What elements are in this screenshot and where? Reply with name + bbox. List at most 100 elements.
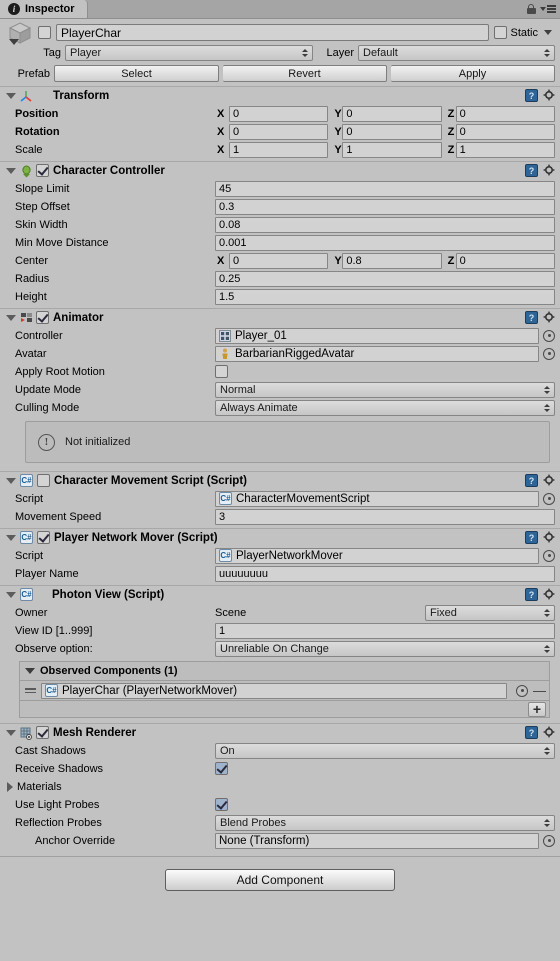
anchor-override-object-field[interactable]: None (Transform) xyxy=(215,832,539,849)
rotation-y-input[interactable]: 0 xyxy=(342,123,442,140)
add-observed-component-button[interactable]: + xyxy=(528,701,546,717)
prefab-apply-button[interactable]: Apply xyxy=(391,65,555,82)
static-dropdown-chevron-down-icon[interactable] xyxy=(544,30,552,35)
center-z-axis-label: Z xyxy=(447,254,455,267)
static-checkbox[interactable] xyxy=(494,26,508,39)
prefab-select-button[interactable]: Select xyxy=(54,65,219,82)
observed-component-object-field[interactable]: C# PlayerChar (PlayerNetworkMover) xyxy=(41,682,507,699)
gear-icon[interactable] xyxy=(543,164,556,177)
skin-width-input[interactable]: 0.08 xyxy=(215,216,555,233)
rotation-x-input[interactable]: 0 xyxy=(229,123,329,140)
component-header-transform[interactable]: Transform ? xyxy=(0,86,560,104)
observed-component-object-picker-icon[interactable] xyxy=(516,684,528,697)
position-x-input[interactable]: 0 xyxy=(229,105,329,122)
add-component-button[interactable]: Add Component xyxy=(165,869,395,891)
remove-observed-component-icon[interactable]: — xyxy=(533,683,546,698)
center-z-input[interactable]: 0 xyxy=(455,252,555,269)
gear-icon[interactable] xyxy=(543,726,556,739)
height-input[interactable]: 1.5 xyxy=(215,288,555,305)
gear-icon[interactable] xyxy=(543,588,556,601)
gameobject-foldout-icon[interactable] xyxy=(9,38,19,45)
transform-foldout-icon[interactable] xyxy=(6,92,16,99)
gear-icon[interactable] xyxy=(543,531,556,544)
component-body-transform: Position X 0 Y 0 Z 0 Rotation X 0 Y 0 Z … xyxy=(0,105,560,161)
player-network-mover-foldout-icon[interactable] xyxy=(6,534,16,541)
min-move-distance-input[interactable]: 0.001 xyxy=(215,234,555,251)
character-movement-script-foldout-icon[interactable] xyxy=(6,477,16,484)
photon-view-foldout-icon[interactable] xyxy=(6,591,16,598)
observe-option-dropdown[interactable]: Unreliable On Change xyxy=(215,640,555,657)
scale-y-input[interactable]: 1 xyxy=(342,141,442,158)
pnm-script-object-picker-icon[interactable] xyxy=(543,549,555,562)
tag-dropdown[interactable]: Player xyxy=(65,45,313,61)
center-x-input[interactable]: 0 xyxy=(229,252,329,269)
inspector-window: i Inspector PlayerChar Static Tag Player… xyxy=(0,0,560,961)
movement-speed-input[interactable]: 3 xyxy=(215,508,555,525)
help-icon[interactable]: ? xyxy=(525,311,538,324)
character-controller-foldout-icon[interactable] xyxy=(6,167,16,174)
avatar-object-field[interactable]: BarbarianRiggedAvatar xyxy=(215,345,539,362)
help-icon[interactable]: ? xyxy=(525,588,538,601)
help-icon[interactable]: ? xyxy=(525,89,538,102)
view-id-input[interactable]: 1 xyxy=(215,622,555,639)
help-icon[interactable]: ? xyxy=(525,164,538,177)
owner-fixed-dropdown[interactable]: Fixed xyxy=(425,604,555,621)
help-icon[interactable]: ? xyxy=(525,474,538,487)
observed-components-foldout-icon[interactable] xyxy=(25,668,35,674)
slope-limit-input[interactable]: 45 xyxy=(215,180,555,197)
cast-shadows-dropdown[interactable]: On xyxy=(215,742,555,759)
player-network-mover-enabled-checkbox[interactable] xyxy=(37,531,50,544)
update-mode-label: Update Mode xyxy=(15,383,82,396)
rotation-z-input[interactable]: 0 xyxy=(455,123,555,140)
center-y-input[interactable]: 0.8 xyxy=(342,252,442,269)
radius-input[interactable]: 0.25 xyxy=(215,270,555,287)
hamburger-menu-icon[interactable] xyxy=(540,5,556,13)
animator-foldout-icon[interactable] xyxy=(6,314,16,321)
player-name-input[interactable]: uuuuuuuu xyxy=(215,565,555,582)
scale-x-input[interactable]: 1 xyxy=(229,141,329,158)
mesh-renderer-foldout-icon[interactable] xyxy=(6,729,16,736)
layer-dropdown[interactable]: Default xyxy=(358,45,555,61)
drag-handle-icon[interactable] xyxy=(25,688,36,693)
avatar-object-picker-icon[interactable] xyxy=(543,347,555,360)
anchor-override-object-picker-icon[interactable] xyxy=(543,834,555,847)
controller-object-field[interactable]: Player_01 xyxy=(215,327,539,344)
use-light-probes-checkbox[interactable] xyxy=(215,798,228,811)
apply-root-motion-checkbox[interactable] xyxy=(215,365,228,378)
pnm-script-object-field[interactable]: C# PlayerNetworkMover xyxy=(215,547,539,564)
tab-inspector[interactable]: i Inspector xyxy=(0,0,88,18)
component-header-photon-view[interactable]: C# Photon View (Script) ? xyxy=(0,585,560,603)
character-controller-enabled-checkbox[interactable] xyxy=(36,164,49,177)
gear-icon[interactable] xyxy=(543,474,556,487)
update-mode-dropdown[interactable]: Normal xyxy=(215,381,555,398)
receive-shadows-checkbox[interactable] xyxy=(215,762,228,775)
character-movement-script-enabled-checkbox[interactable] xyxy=(37,474,50,487)
help-icon[interactable]: ? xyxy=(525,531,538,544)
controller-object-picker-icon[interactable] xyxy=(543,329,555,342)
reflection-probes-dropdown[interactable]: Blend Probes xyxy=(215,814,555,831)
prefab-revert-button[interactable]: Revert xyxy=(223,65,387,82)
component-header-mesh-renderer[interactable]: Mesh Renderer ? xyxy=(0,723,560,741)
component-header-character-movement-script[interactable]: C# Character Movement Script (Script) ? xyxy=(0,471,560,489)
culling-mode-dropdown[interactable]: Always Animate xyxy=(215,399,555,416)
component-header-animator[interactable]: Animator ? xyxy=(0,308,560,326)
gameobject-name-input[interactable]: PlayerChar xyxy=(56,24,490,41)
lock-icon[interactable] xyxy=(526,3,536,15)
animator-enabled-checkbox[interactable] xyxy=(36,311,49,324)
gameobject-enabled-checkbox[interactable] xyxy=(38,26,51,39)
observed-components-header[interactable]: Observed Components (1) xyxy=(20,662,549,681)
mesh-renderer-enabled-checkbox[interactable] xyxy=(36,726,49,739)
component-header-player-network-mover[interactable]: C# Player Network Mover (Script) ? xyxy=(0,528,560,546)
component-header-character-controller[interactable]: Character Controller ? xyxy=(0,161,560,179)
position-z-input[interactable]: 0 xyxy=(455,105,555,122)
position-y-input[interactable]: 0 xyxy=(342,105,442,122)
cms-script-object-field[interactable]: C# CharacterMovementScript xyxy=(215,490,539,507)
step-offset-input[interactable]: 0.3 xyxy=(215,198,555,215)
scale-z-input[interactable]: 1 xyxy=(455,141,555,158)
rotation-label: Rotation xyxy=(15,125,60,138)
gear-icon[interactable] xyxy=(543,311,556,324)
culling-mode-row: Culling Mode Always Animate xyxy=(5,399,555,416)
gear-icon[interactable] xyxy=(543,89,556,102)
cms-script-object-picker-icon[interactable] xyxy=(543,492,555,505)
help-icon[interactable]: ? xyxy=(525,726,538,739)
